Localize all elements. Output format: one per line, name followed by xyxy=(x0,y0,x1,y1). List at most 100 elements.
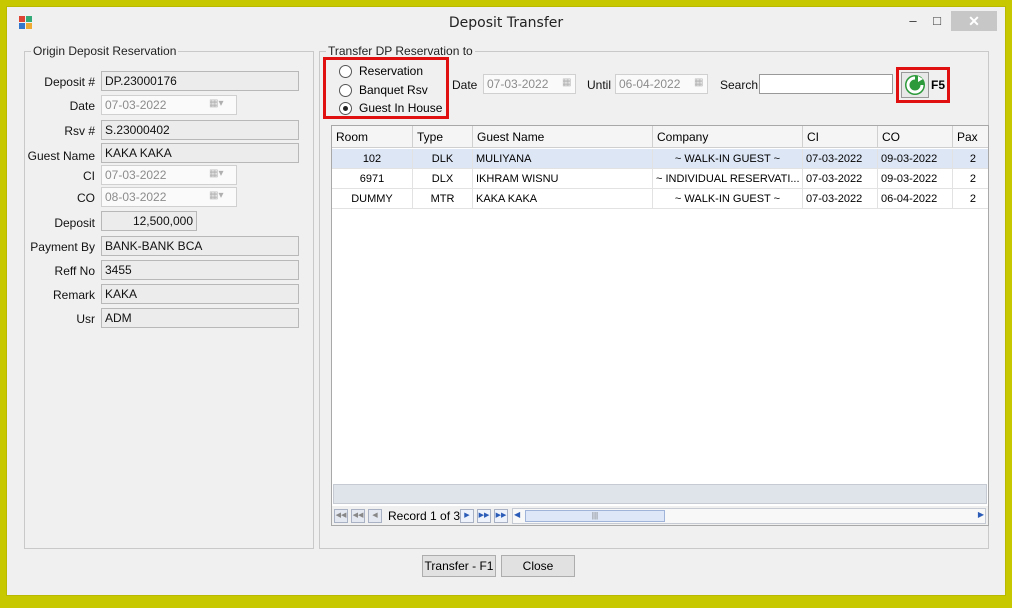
cell-ci: 07-03-2022 xyxy=(803,149,878,169)
radio-reservation-label: Reservation xyxy=(359,64,424,78)
deposit-no-field: DP.23000176 xyxy=(101,71,299,91)
refresh-button[interactable] xyxy=(901,72,929,98)
co-value: 08-03-2022 xyxy=(105,190,167,204)
next-page-button[interactable]: ▶▶ xyxy=(477,509,491,523)
payment-by-label: Payment By xyxy=(30,240,95,254)
calendar-dropdown-icon: ▦▾ xyxy=(209,168,224,179)
date-value: 07-03-2022 xyxy=(105,98,167,112)
scrollbar-thumb[interactable]: ||| xyxy=(525,510,665,522)
col-company[interactable]: Company xyxy=(653,126,803,148)
title-bar: Deposit Transfer – □ ✕ xyxy=(7,7,1005,37)
window-title: Deposit Transfer xyxy=(448,15,564,31)
filter-date-label: Date xyxy=(452,78,478,92)
refresh-shortcut-label: F5 xyxy=(931,78,946,92)
cell-guest-name: MULIYANA xyxy=(473,149,653,169)
client-area: Origin Deposit Reservation Deposit # DP.… xyxy=(15,37,999,589)
cell-company: ~ WALK-IN GUEST ~ xyxy=(653,189,803,209)
deposit-amount-field: 12,500,000 xyxy=(101,211,197,231)
filter-date-value: 07-03-2022 xyxy=(487,77,549,91)
prev-page-button[interactable]: ◀◀ xyxy=(351,509,365,523)
cell-co: 09-03-2022 xyxy=(878,149,953,169)
rsv-no-field: S.23000402 xyxy=(101,120,299,140)
radio-guest-in-house-label: Guest In House xyxy=(359,101,443,115)
horizontal-scrollbar[interactable]: ◀ ||| ▶ xyxy=(512,508,986,524)
ci-field: 07-03-2022 ▦▾ xyxy=(101,165,237,185)
until-date-field[interactable]: 06-04-2022 ▦ xyxy=(615,74,708,94)
origin-group-title: Origin Deposit Reservation xyxy=(31,44,179,58)
transfer-group-title: Transfer DP Reservation to xyxy=(326,44,475,58)
refresh-icon xyxy=(905,75,925,95)
cell-type: MTR xyxy=(413,189,473,209)
close-button[interactable]: Close xyxy=(501,555,575,577)
calendar-dropdown-icon: ▦▾ xyxy=(209,98,224,109)
col-co[interactable]: CO xyxy=(878,126,953,148)
col-ci[interactable]: CI xyxy=(803,126,878,148)
search-label: Search xyxy=(720,78,759,92)
cell-ci: 07-03-2022 xyxy=(803,169,878,189)
ci-value: 07-03-2022 xyxy=(105,168,167,182)
cell-pax: 2 xyxy=(969,173,976,185)
cell-pax: 2 xyxy=(969,153,976,165)
table-row[interactable]: 6971 DLX IKHRAM WISNU ~ INDIVIDUAL RESER… xyxy=(332,169,988,189)
table-row[interactable]: 102 DLK MULIYANA ~ WALK-IN GUEST ~ 07-03… xyxy=(332,149,988,169)
cell-pax: 2 xyxy=(969,193,976,205)
cell-ci: 07-03-2022 xyxy=(803,189,878,209)
radio-guest-in-house-circle[interactable] xyxy=(339,102,352,115)
cell-company: ~ INDIVIDUAL RESERVATI... xyxy=(653,169,803,189)
date-field: 07-03-2022 ▦▾ xyxy=(101,95,237,115)
guest-name-label: Guest Name xyxy=(27,149,95,163)
reservation-grid: Room Type Guest Name Company CI CO Pax 1… xyxy=(331,125,989,526)
remark-label: Remark xyxy=(52,288,95,302)
reff-no-label: Reff No xyxy=(54,264,95,278)
radio-banquet-rsv-label: Banquet Rsv xyxy=(359,83,428,97)
deposit-label: Deposit xyxy=(54,216,95,230)
cell-type: DLX xyxy=(413,169,473,189)
prev-record-button[interactable]: ◀ xyxy=(368,509,382,523)
close-window-button[interactable]: ✕ xyxy=(951,11,997,31)
radio-banquet-rsv-circle[interactable] xyxy=(339,84,352,97)
col-guest-name[interactable]: Guest Name xyxy=(473,126,653,148)
grid-footer-bar xyxy=(333,484,987,504)
last-record-button[interactable]: ▶▶ xyxy=(494,509,508,523)
cell-co: 06-04-2022 xyxy=(878,189,953,209)
filter-date-field[interactable]: 07-03-2022 ▦ xyxy=(483,74,576,94)
first-record-button[interactable]: ◀◀ xyxy=(334,509,348,523)
grid-navigator: ◀◀ ◀◀ ◀ Record 1 of 3 ▶ ▶▶ ▶▶ ◀ ||| ▶ xyxy=(332,506,988,525)
col-room[interactable]: Room xyxy=(332,126,413,148)
scroll-right-icon[interactable]: ▶ xyxy=(978,510,984,519)
radio-guest-in-house[interactable]: Guest In House xyxy=(339,100,443,118)
cell-room: 6971 xyxy=(332,169,413,189)
calendar-dropdown-icon: ▦▾ xyxy=(209,190,224,201)
radio-reservation[interactable]: Reservation xyxy=(339,63,439,81)
cell-guest-name: KAKA KAKA xyxy=(473,189,653,209)
transfer-button[interactable]: Transfer - F1 xyxy=(422,555,496,577)
cell-room: DUMMY xyxy=(332,189,413,209)
deposit-no-label: Deposit # xyxy=(44,75,95,89)
grid-header: Room Type Guest Name Company CI CO Pax xyxy=(332,126,988,148)
remark-field: KAKA xyxy=(101,284,299,304)
payment-by-field: BANK-BANK BCA xyxy=(101,236,299,256)
until-date-value: 06-04-2022 xyxy=(619,77,681,91)
cell-type: DLK xyxy=(413,149,473,169)
scroll-left-icon[interactable]: ◀ xyxy=(514,510,520,519)
table-row[interactable]: DUMMY MTR KAKA KAKA ~ WALK-IN GUEST ~ 07… xyxy=(332,189,988,209)
radio-reservation-circle[interactable] xyxy=(339,65,352,78)
maximize-button[interactable]: □ xyxy=(923,11,951,31)
co-label: CO xyxy=(77,191,95,205)
deposit-transfer-window: Deposit Transfer – □ ✕ Origin Deposit Re… xyxy=(6,6,1006,596)
rsv-no-label: Rsv # xyxy=(64,124,95,138)
calendar-icon[interactable]: ▦ xyxy=(694,77,704,91)
reff-no-field: 3455 xyxy=(101,260,299,280)
col-type[interactable]: Type xyxy=(413,126,473,148)
col-pax[interactable]: Pax xyxy=(953,126,988,148)
calendar-icon[interactable]: ▦ xyxy=(562,77,572,91)
record-indicator: Record 1 of 3 xyxy=(388,509,461,523)
usr-label: Usr xyxy=(76,312,95,326)
search-input[interactable] xyxy=(759,74,893,94)
cell-co: 09-03-2022 xyxy=(878,169,953,189)
until-label: Until xyxy=(587,78,612,92)
co-field: 08-03-2022 ▦▾ xyxy=(101,187,237,207)
cell-guest-name: IKHRAM WISNU xyxy=(473,169,653,189)
radio-banquet-rsv[interactable]: Banquet Rsv xyxy=(339,82,439,100)
next-record-button[interactable]: ▶ xyxy=(460,509,474,523)
